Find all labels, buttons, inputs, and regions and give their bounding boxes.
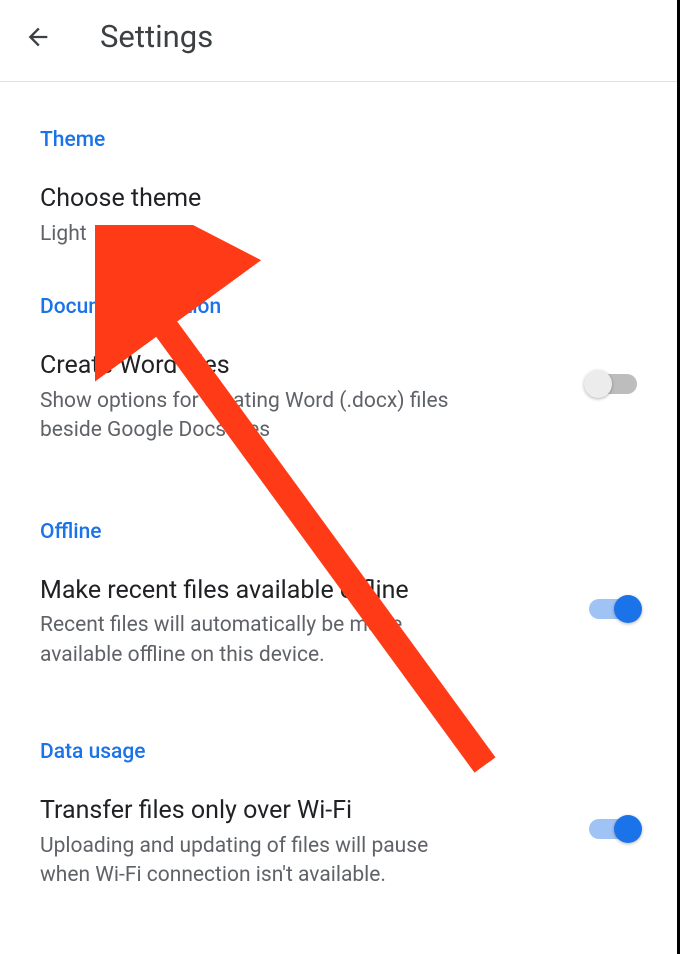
setting-offline-files[interactable]: Make recent files available offline Rece… [40,574,640,671]
setting-choose-theme[interactable]: Choose theme Light [40,182,640,249]
section-label-offline: Offline [40,520,640,544]
header: Settings [0,0,680,82]
setting-subtitle: Show options for creating Word (.docx) f… [40,387,480,446]
section-label-document-creation: Document Creation [40,295,640,319]
setting-subtitle: Recent files will automatically be made … [40,611,480,670]
toggle-offline-files[interactable] [586,598,640,620]
section-label-theme: Theme [40,128,640,152]
page-title: Settings [100,18,213,55]
toggle-thumb [584,370,612,398]
setting-wifi-transfer[interactable]: Transfer files only over Wi-Fi Uploading… [40,794,640,891]
setting-title: Choose theme [40,182,480,216]
settings-content: Theme Choose theme Light Document Creati… [0,128,680,891]
toggle-thumb [614,815,642,843]
setting-create-word-files[interactable]: Create Word files Show options for creat… [40,349,640,446]
setting-title: Create Word files [40,349,480,383]
setting-title: Transfer files only over Wi-Fi [40,794,480,828]
back-arrow-icon [24,23,52,51]
setting-title: Make recent files available offline [40,574,480,608]
setting-value: Light [40,220,480,249]
back-button[interactable] [20,19,56,55]
toggle-thumb [614,595,642,623]
toggle-create-word-files[interactable] [586,373,640,395]
setting-subtitle: Uploading and updating of files will pau… [40,832,480,891]
section-label-data-usage: Data usage [40,740,640,764]
toggle-wifi-transfer[interactable] [586,818,640,840]
